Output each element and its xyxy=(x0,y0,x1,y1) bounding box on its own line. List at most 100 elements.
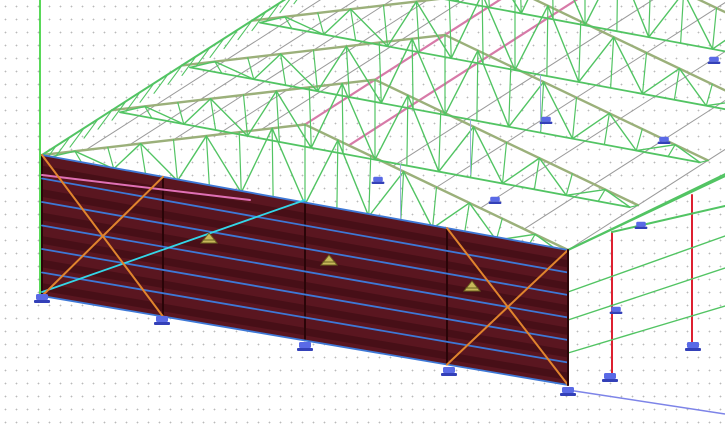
truss-web xyxy=(597,188,606,202)
long-web xyxy=(209,37,225,59)
truss-web xyxy=(673,67,680,101)
long-web xyxy=(69,127,85,148)
truss-bottom-chord[interactable] xyxy=(259,21,725,118)
support-plate xyxy=(609,311,623,314)
support-base xyxy=(541,116,551,122)
truss-web xyxy=(341,82,376,161)
long-web xyxy=(237,20,253,41)
support-icon[interactable] xyxy=(539,116,553,124)
support-plate xyxy=(154,322,170,325)
support-icon[interactable] xyxy=(297,342,313,351)
roof-purlin[interactable] xyxy=(303,0,630,126)
end-gable-frame[interactable] xyxy=(566,174,725,386)
support-base xyxy=(299,342,311,348)
structure-3d-scene[interactable] xyxy=(0,0,725,430)
back-girt[interactable] xyxy=(567,267,725,321)
truss-web xyxy=(512,0,522,15)
support-base xyxy=(562,387,574,393)
support-base xyxy=(490,196,500,202)
roof-truss[interactable] xyxy=(250,0,725,118)
truss-web xyxy=(635,144,676,152)
truss-web xyxy=(610,36,615,89)
support-plate xyxy=(297,348,313,351)
truss-web xyxy=(680,0,684,44)
truss-web xyxy=(565,188,606,197)
back-girt[interactable] xyxy=(567,305,725,354)
support-base xyxy=(443,367,455,373)
truss-web xyxy=(648,0,679,38)
support-base xyxy=(156,316,168,322)
truss-web xyxy=(368,155,372,217)
support-plate xyxy=(602,379,618,382)
truss-web xyxy=(345,45,350,98)
support-plate xyxy=(34,300,50,303)
support-icon[interactable] xyxy=(34,294,50,303)
truss-web xyxy=(476,49,479,122)
back-columns[interactable] xyxy=(567,173,725,379)
roof-purlin[interactable] xyxy=(567,42,725,251)
truss-web xyxy=(533,157,540,190)
support-plate xyxy=(560,393,576,396)
roof-truss[interactable] xyxy=(180,33,710,164)
truss-web xyxy=(705,102,725,107)
truss-web xyxy=(271,127,306,206)
support-icon[interactable] xyxy=(634,221,648,229)
truss-web xyxy=(400,170,405,223)
long-web xyxy=(223,29,239,50)
truss-web xyxy=(308,86,312,149)
truss-web xyxy=(275,90,280,143)
support-icon[interactable] xyxy=(685,342,701,351)
long-web xyxy=(97,109,113,130)
truss-web xyxy=(711,7,718,50)
support-icon[interactable] xyxy=(371,176,385,184)
support-icon[interactable] xyxy=(488,196,502,204)
support-plate xyxy=(539,121,553,124)
truss-web xyxy=(501,157,541,185)
support-icon[interactable] xyxy=(602,373,618,382)
truss-web xyxy=(472,126,504,185)
truss-web xyxy=(378,41,382,104)
back-girt[interactable] xyxy=(567,235,725,293)
truss-top-chord[interactable] xyxy=(585,0,725,71)
support-icon[interactable] xyxy=(707,56,721,64)
truss-web xyxy=(336,139,339,212)
support-icon[interactable] xyxy=(154,316,170,325)
truss-web xyxy=(571,97,578,140)
truss-web xyxy=(107,146,115,170)
truss-web xyxy=(438,110,442,173)
truss-web xyxy=(238,131,242,194)
truss-web xyxy=(686,0,714,50)
support-icon[interactable] xyxy=(560,387,576,396)
truss-web xyxy=(176,135,208,182)
truss-web xyxy=(616,0,618,32)
long-web xyxy=(139,82,155,103)
support-icon[interactable] xyxy=(657,136,671,144)
global-x-axis xyxy=(567,389,725,415)
truss-web xyxy=(205,135,242,194)
model-viewport[interactable] xyxy=(0,0,725,430)
truss-web xyxy=(470,126,475,179)
truss-web xyxy=(411,38,446,116)
truss-web xyxy=(612,36,644,95)
truss-web xyxy=(415,0,420,53)
support-icon[interactable] xyxy=(609,306,623,314)
long-web xyxy=(83,118,99,139)
gable-chord[interactable] xyxy=(566,174,725,252)
back-eave-member[interactable] xyxy=(611,205,725,233)
support-base xyxy=(659,136,669,142)
truss-web xyxy=(271,127,274,200)
support-plate xyxy=(657,141,671,144)
truss-web xyxy=(205,135,210,188)
truss-web xyxy=(705,83,713,107)
truss-web xyxy=(275,90,312,149)
support-icon[interactable] xyxy=(441,367,457,376)
truss-web xyxy=(571,112,611,140)
truss-web xyxy=(508,65,512,128)
truss-web xyxy=(667,144,676,158)
truss-web xyxy=(431,186,438,229)
truss-web xyxy=(578,20,582,83)
longitudinal-truss[interactable] xyxy=(251,0,322,32)
truss-web xyxy=(565,173,573,196)
truss-web xyxy=(540,81,545,134)
truss-web xyxy=(172,139,179,182)
